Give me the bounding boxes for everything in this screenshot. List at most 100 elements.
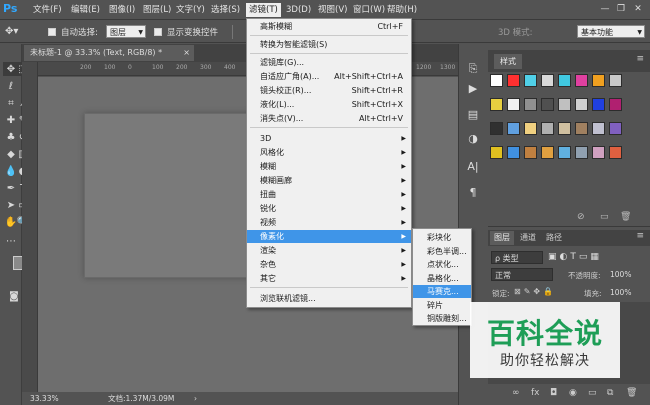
tab-channels[interactable]: 通道 [516, 231, 540, 245]
layer-filter-icons[interactable]: ▣◐T▭▦ [548, 251, 643, 264]
style-swatch[interactable] [507, 74, 520, 87]
character-panel-icon[interactable]: A| [463, 158, 483, 176]
panel-menu-icon[interactable]: ≡ [636, 54, 644, 64]
close-tab-icon[interactable]: × [183, 45, 190, 61]
style-swatch[interactable] [507, 98, 520, 111]
filter-menu-item[interactable]: 其它 ▶ [247, 272, 411, 285]
style-swatch[interactable] [558, 98, 571, 111]
pixelate-submenu-item[interactable]: 马赛克... [413, 285, 471, 298]
styles-tab[interactable]: 样式 [494, 54, 522, 69]
menu-item[interactable]: 帮助(H) [384, 3, 420, 17]
actions-panel-icon[interactable]: ▶ [463, 80, 483, 98]
menu-item[interactable]: 图像(I) [106, 3, 138, 17]
style-swatch[interactable] [558, 122, 571, 135]
menu-item[interactable]: 图层(L) [140, 3, 174, 17]
layer-footer-icon[interactable]: ◘ [550, 388, 557, 398]
filter-menu-item[interactable]: 高斯模糊 Ctrl+F [247, 20, 411, 33]
filter-menu-item[interactable]: 3D ▶ [247, 132, 411, 145]
auto-select-checkbox[interactable] [48, 28, 56, 36]
filter-menu-item[interactable]: 视频 ▶ [247, 216, 411, 229]
tab-paths[interactable]: 路径 [542, 231, 566, 245]
filter-menu-item[interactable]: 像素化 ▶ [247, 230, 411, 243]
style-swatch[interactable] [541, 146, 554, 159]
close-window-button[interactable]: ✕ [631, 2, 645, 16]
style-swatch[interactable] [558, 146, 571, 159]
filter-menu-item[interactable]: 模糊画廊 ▶ [247, 174, 411, 187]
filter-menu-item[interactable]: 风格化 ▶ [247, 146, 411, 159]
zoom-level[interactable]: 33.33% [30, 392, 59, 405]
style-swatch[interactable] [592, 74, 605, 87]
style-swatch[interactable] [524, 146, 537, 159]
new-style-icon[interactable]: ▭ [600, 212, 609, 222]
filter-menu-item[interactable]: 转换为智能滤镜(S) [247, 38, 411, 51]
status-arrow-icon[interactable]: › [194, 392, 197, 405]
layer-footer-icon[interactable]: ∞ [512, 388, 520, 398]
delete-style-icon[interactable]: 🗑 [620, 212, 631, 222]
adjustments-panel-icon[interactable]: ◑ [463, 130, 483, 148]
style-swatch[interactable] [592, 98, 605, 111]
opacity-value[interactable]: 100% [610, 270, 631, 279]
style-swatch[interactable] [490, 74, 503, 87]
style-swatch[interactable] [541, 122, 554, 135]
style-swatch[interactable] [609, 146, 622, 159]
filter-menu-item[interactable]: 扭曲 ▶ [247, 188, 411, 201]
filter-menu-item[interactable]: 渲染 ▶ [247, 244, 411, 257]
minimize-button[interactable]: — [598, 2, 612, 16]
filter-menu-item[interactable]: 滤镜库(G)... [247, 56, 411, 69]
pixelate-submenu-item[interactable]: 晶格化... [413, 272, 471, 285]
style-swatch[interactable] [490, 146, 503, 159]
style-swatch[interactable] [609, 122, 622, 135]
style-swatch[interactable] [558, 74, 571, 87]
tab-layers[interactable]: 图层 [490, 231, 514, 245]
show-transform-checkbox[interactable] [154, 28, 162, 36]
filter-menu-item[interactable]: 液化(L)... Shift+Ctrl+X [247, 98, 411, 111]
move-tool-preset-icon[interactable]: ✥▾ [5, 25, 29, 39]
style-swatch[interactable] [524, 98, 537, 111]
filter-menu-item[interactable]: 消失点(V)... Alt+Ctrl+V [247, 112, 411, 125]
filter-menu-item[interactable]: 自适应广角(A)... Alt+Shift+Ctrl+A [247, 70, 411, 83]
style-swatch[interactable] [524, 122, 537, 135]
layer-footer-icon[interactable]: ⧉ [607, 388, 613, 398]
style-swatch[interactable] [592, 122, 605, 135]
pixelate-submenu-item[interactable]: 碎片 [413, 299, 471, 312]
filter-menu-item[interactable]: 锐化 ▶ [247, 202, 411, 215]
workspace-dropdown[interactable]: 基本功能 ▼ [577, 25, 645, 38]
style-swatch[interactable] [575, 74, 588, 87]
style-swatch[interactable] [541, 74, 554, 87]
pixelate-submenu-item[interactable]: 铜版雕刻... [413, 312, 471, 325]
menu-item[interactable]: 3D(D) [283, 3, 314, 17]
style-swatch[interactable] [575, 98, 588, 111]
menu-item[interactable]: 文件(F) [30, 3, 65, 17]
layer-footer-icon[interactable]: ◉ [569, 388, 577, 398]
style-swatch[interactable] [609, 98, 622, 111]
style-swatch[interactable] [609, 74, 622, 87]
filter-menu-item[interactable]: 镜头校正(R)... Shift+Ctrl+R [247, 84, 411, 97]
filter-menu-item[interactable]: 模糊 ▶ [247, 160, 411, 173]
menu-item[interactable]: 文字(Y) [173, 3, 208, 17]
style-swatch[interactable] [490, 122, 503, 135]
style-swatch[interactable] [592, 146, 605, 159]
more-tools-icon[interactable]: ⋯ [3, 235, 19, 249]
paragraph-panel-icon[interactable]: ¶ [463, 184, 483, 202]
menu-item[interactable]: 视图(V) [315, 3, 350, 17]
pixelate-submenu-item[interactable]: 彩块化 [413, 231, 471, 244]
style-swatch[interactable] [541, 98, 554, 111]
style-swatch[interactable] [575, 122, 588, 135]
filter-menu-item[interactable]: 杂色 ▶ [247, 258, 411, 271]
fill-value[interactable]: 100% [610, 288, 631, 297]
blend-mode-dropdown[interactable]: 正常 [491, 268, 553, 281]
document-tab[interactable]: 未标题-1 @ 33.3% (Text, RGB/8) * × [24, 45, 194, 61]
panel-menu-icon[interactable]: ≡ [636, 231, 644, 241]
style-swatch[interactable] [490, 98, 503, 111]
menu-item[interactable]: 编辑(E) [68, 3, 103, 17]
menu-item[interactable]: 窗口(W) [350, 3, 388, 17]
menu-item[interactable]: 选择(S) [208, 3, 243, 17]
layer-footer-icon[interactable]: 🗑 [626, 388, 637, 398]
restore-button[interactable]: ❐ [614, 2, 628, 16]
menu-item[interactable]: 滤镜(T) [246, 3, 281, 17]
layer-kind-filter[interactable]: ρ 类型 [491, 251, 543, 264]
style-swatch[interactable] [507, 122, 520, 135]
lock-icons[interactable]: ⊠✎✥🔒 [514, 287, 556, 296]
filter-menu-item[interactable]: 浏览联机滤镜... [247, 292, 411, 305]
properties-panel-icon[interactable]: ▤ [463, 106, 483, 124]
